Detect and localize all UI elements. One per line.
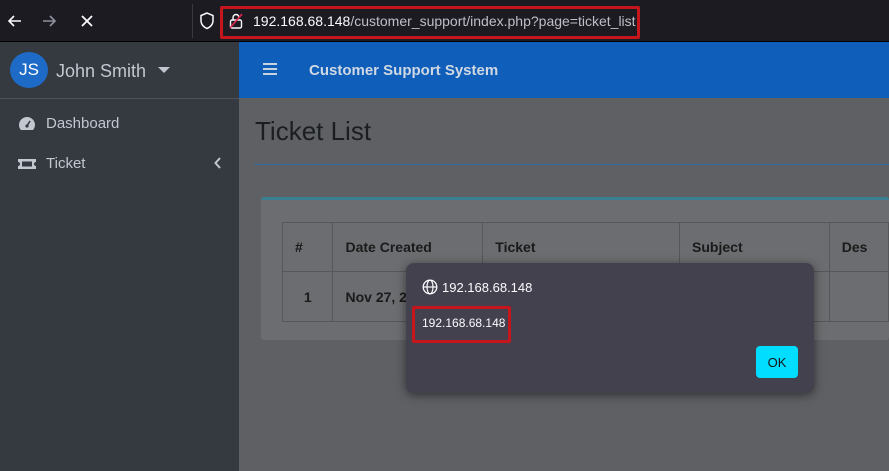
stop-loading-button[interactable] xyxy=(74,8,100,34)
browser-toolbar: 192.168.68.148/customer_support/index.ph… xyxy=(0,0,889,42)
url-path: /customer_support/index.php?page=ticket_… xyxy=(350,13,636,29)
sidebar-item-label: Dashboard xyxy=(46,115,120,132)
ok-button[interactable]: OK xyxy=(756,346,798,378)
avatar: JS xyxy=(10,52,48,88)
user-panel[interactable]: JS John Smith xyxy=(0,42,239,99)
column-header-number[interactable]: # xyxy=(281,222,334,272)
user-name[interactable]: John Smith xyxy=(56,61,146,82)
sidebar-item-dashboard[interactable]: Dashboard xyxy=(0,106,239,142)
dialog-message: 192.168.68.148 xyxy=(422,316,506,330)
back-arrow-icon xyxy=(7,15,21,27)
close-icon xyxy=(81,15,93,27)
main-content: Customer Support System Ticket List # Da… xyxy=(239,42,889,471)
menu-toggle-icon[interactable] xyxy=(263,63,277,75)
alert-dialog: 192.168.68.148 192.168.68.148 OK xyxy=(406,263,814,393)
caret-down-icon[interactable] xyxy=(158,67,170,73)
table-cell: 1 xyxy=(281,271,334,322)
sidebar-item-label: Ticket xyxy=(46,155,86,172)
brand-title[interactable]: Customer Support System xyxy=(309,62,498,79)
globe-icon xyxy=(422,279,438,295)
url-host: 192.168.68.148 xyxy=(253,13,351,29)
column-header-description[interactable]: Des xyxy=(828,222,889,272)
forward-arrow-icon xyxy=(43,15,57,27)
chevron-left-icon xyxy=(214,157,221,169)
dialog-title: 192.168.68.148 xyxy=(442,280,533,295)
sidebar-item-ticket[interactable]: Ticket xyxy=(0,146,239,182)
url-text[interactable]: 192.168.68.148/customer_support/index.ph… xyxy=(253,13,636,29)
back-button[interactable] xyxy=(2,8,28,34)
ticket-icon xyxy=(18,159,36,169)
page-title: Ticket List xyxy=(255,116,372,146)
top-navbar: Customer Support System xyxy=(239,42,889,98)
forward-button[interactable] xyxy=(36,8,62,34)
title-divider xyxy=(255,164,889,165)
shield-icon xyxy=(200,12,214,30)
table-cell xyxy=(828,271,889,322)
dashboard-icon xyxy=(19,117,35,130)
sidebar: JS John Smith Dashboard Ticket xyxy=(0,42,239,471)
